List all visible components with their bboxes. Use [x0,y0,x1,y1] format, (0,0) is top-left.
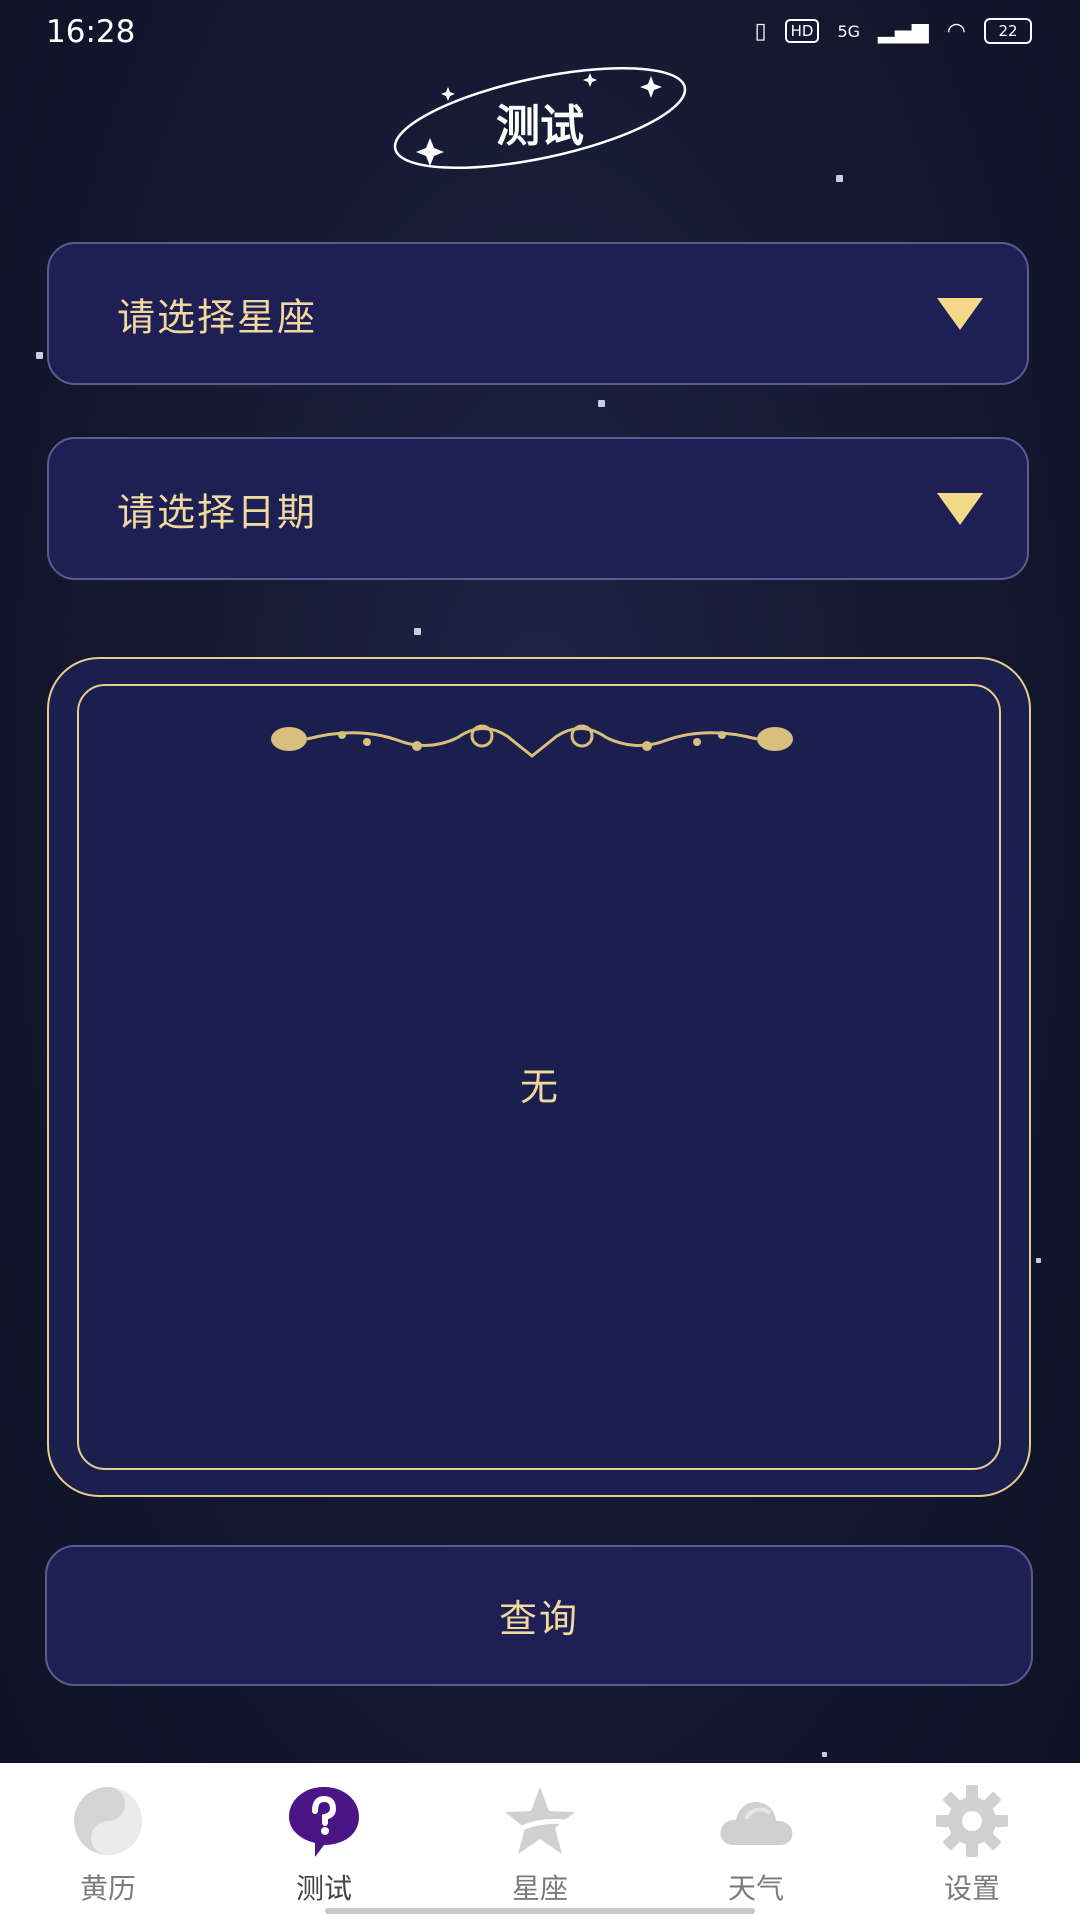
star-icon [505,1787,575,1854]
query-button[interactable]: 查询 [45,1545,1033,1686]
hd-badge: HD [784,19,820,43]
page-header: 测试 [390,60,690,180]
status-icons: ▯ HD 5G ▂▄▆ ◠ 22 [754,18,1032,44]
result-panel-inner: 无 [77,684,1001,1470]
nav-item-constellation[interactable]: 星座 [432,1763,648,1920]
status-time: 16:28 [46,14,136,50]
star-dot [836,175,843,182]
vibrate-icon: ▯ [754,18,767,44]
date-select[interactable]: 请选择日期 [47,437,1029,580]
wifi-icon: ◠ [946,18,966,44]
signal-icon: ▂▄▆ [878,18,929,44]
result-text: 无 [519,1065,558,1109]
nav-label: 天气 [727,1872,784,1905]
home-indicator [325,1908,755,1914]
nav-item-test[interactable]: 测试 [216,1763,432,1920]
star-dot [36,352,43,359]
yin-yang-icon [74,1787,142,1855]
nav-label: 黄历 [79,1872,136,1905]
constellation-select[interactable]: 请选择星座 [47,242,1029,385]
nav-label: 星座 [511,1872,568,1905]
star-dot [414,628,421,635]
star-dot [822,1752,827,1757]
cloud-icon [720,1801,793,1845]
network-label: 5G [837,21,861,41]
gear-icon [936,1785,1008,1857]
dropdown-arrow-icon [937,297,983,330]
battery-icon: 22 [984,18,1032,44]
star-dot [598,400,605,407]
query-button-label: 查询 [498,1597,579,1641]
nav-label: 设置 [943,1872,1000,1905]
nav-item-settings[interactable]: 设置 [864,1763,1080,1920]
floral-ornament-icon [271,724,793,758]
page-title: 测试 [496,101,584,152]
date-select-label: 请选择日期 [117,490,318,534]
nav-item-almanac[interactable]: 黄历 [0,1763,216,1920]
dropdown-arrow-icon [937,492,983,525]
nav-label: 测试 [295,1872,352,1905]
star-dot [1036,1258,1041,1263]
nav-item-weather[interactable]: 天气 [648,1763,864,1920]
result-panel: 无 [47,657,1031,1497]
constellation-select-label: 请选择星座 [117,295,318,339]
question-bubble-icon [289,1787,359,1857]
bottom-nav: 黄历 测试 星座 天气 设置 [0,1763,1080,1920]
